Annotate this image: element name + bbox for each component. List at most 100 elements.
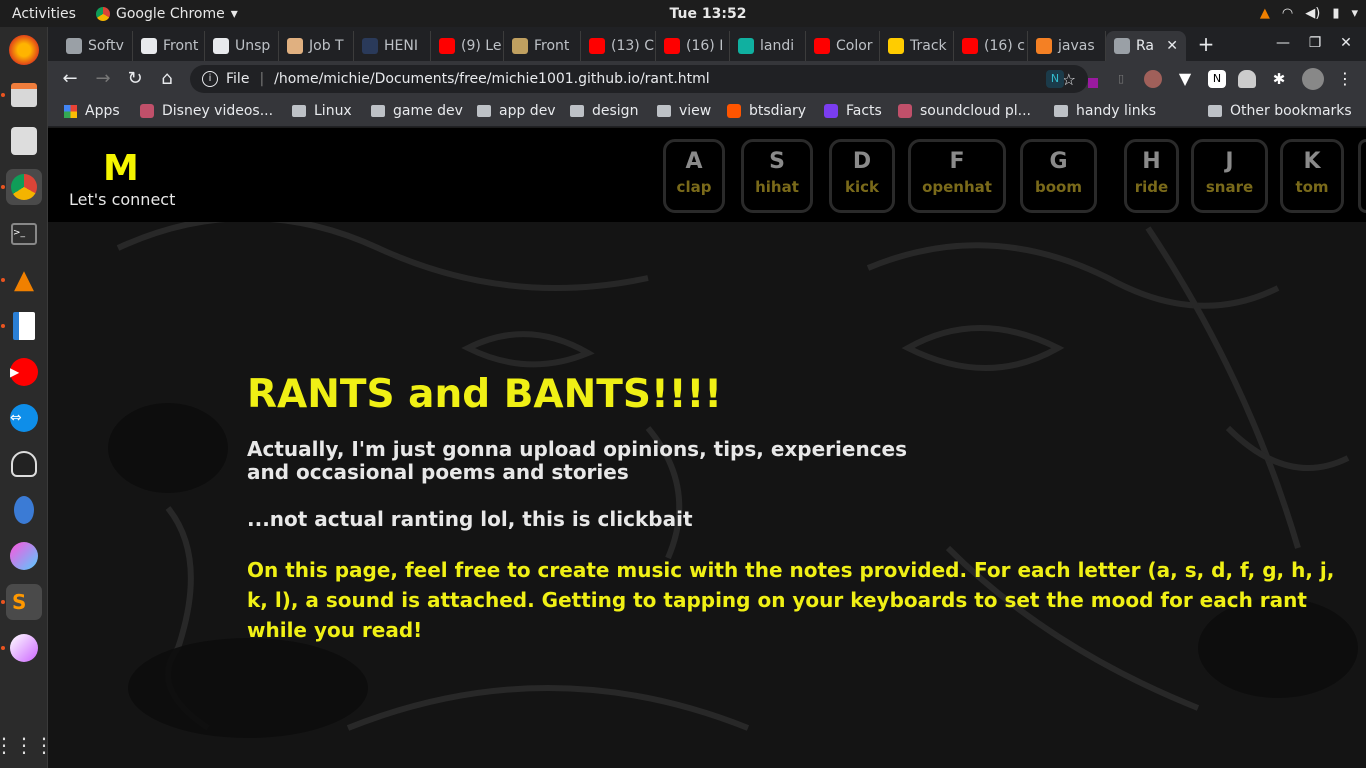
browser-tab[interactable]: Color [806,31,880,61]
bookmark-label: handy links [1076,103,1157,119]
site-favicon-icon [140,104,154,118]
running-indicator [1,646,5,650]
menu-kebab-icon[interactable]: ⋮ [1336,70,1354,88]
krita-icon[interactable] [6,538,42,574]
drum-key-partial[interactable] [1358,139,1366,213]
folder-icon [657,105,671,117]
tab-title: Front [534,38,570,54]
info-icon[interactable]: i [202,71,218,87]
close-window-icon[interactable]: ✕ [1336,35,1356,51]
bookmark-label: design [592,103,639,119]
ext-icon-round[interactable] [1144,70,1162,88]
browser-tab[interactable]: Job T [279,31,354,61]
bookmark-label: game dev [393,103,463,119]
bookmark-item[interactable]: handy links [1054,103,1156,119]
browser-tab[interactable]: Track [880,31,954,61]
drum-key-hihat[interactable]: Shihat [741,139,813,213]
vue-ext-icon[interactable]: ▼ [1176,70,1194,88]
puzzle-icon[interactable]: ✱ [1270,70,1288,88]
browser-tab[interactable]: landi [730,31,806,61]
tab-title: (16) c [984,38,1025,54]
drum-key-snare[interactable]: Jsnare [1191,139,1268,213]
inkscape-icon[interactable] [6,446,42,482]
browser-tab[interactable]: Front [504,31,581,61]
system-top-bar: Activities Google Chrome ▾ Tue 13:52 ▲ ◠… [0,0,1366,27]
notion-clipper-icon[interactable]: N [1208,70,1226,88]
system-tray[interactable]: ▲ ◠ ◀) ▮ ▾ [1260,0,1358,27]
bookmark-item[interactable]: game dev [371,103,463,119]
home-icon[interactable]: ⌂ [155,67,179,91]
tab-favicon-icon [1036,38,1052,54]
tab-title: javas [1058,38,1095,54]
sublime-text-icon[interactable]: S [6,584,42,620]
address-bar[interactable]: i File | /home/michie/Documents/free/mic… [190,65,1088,93]
drum-key-kick[interactable]: Dkick [829,139,895,213]
notion-ext-icon[interactable]: N [1046,70,1064,88]
folder-icon [477,105,491,117]
browser-tab[interactable]: Front [133,31,205,61]
tab-title: landi [760,38,795,54]
bookmark-item[interactable]: view [657,103,711,119]
bookmark-label: soundcloud pl... [920,103,1031,119]
bookmark-item[interactable]: design [570,103,638,119]
bookmark-item[interactable]: app dev [477,103,556,119]
browser-tab[interactable]: (9) Le [431,31,504,61]
running-indicator [1,185,5,189]
vlc-tray-icon[interactable]: ▲ [1260,6,1270,21]
bookmark-item[interactable]: Other bookmarks [1208,103,1352,119]
bookmark-ext-icon[interactable]: ▯ [1112,70,1130,88]
browser-tab[interactable]: javas [1028,31,1106,61]
firefox-icon[interactable] [9,35,39,65]
writer-icon[interactable] [6,308,42,344]
colorpicker-ext-icon[interactable] [1080,70,1098,88]
show-applications-icon[interactable]: ⋮⋮⋮ [0,727,54,763]
bookmark-item[interactable]: Linux [292,103,352,119]
bookmark-item[interactable]: Apps [64,103,120,119]
bookmark-item[interactable]: btsdiary [727,103,806,119]
url-separator: | [259,71,265,87]
drum-key-letter: A [685,149,703,174]
activities-button[interactable]: Activities [0,6,96,22]
app-menu[interactable]: Google Chrome ▾ [96,6,238,22]
folder-icon [371,105,385,117]
bookmark-item[interactable]: Facts [824,103,882,119]
maximize-icon[interactable]: ❐ [1305,35,1325,51]
new-tab-button[interactable]: + [1194,33,1218,57]
back-arrow-icon[interactable]: ← [58,67,82,91]
youtube-music-icon[interactable]: ▶ [6,354,42,390]
tab-title: Softv [88,38,124,54]
browser-tab[interactable]: (13) C [581,31,656,61]
krita-icon-2[interactable] [6,630,42,666]
speaker-app-icon[interactable] [6,123,42,159]
drum-key-sound: clap [676,178,712,196]
drum-key-clap[interactable]: Aclap [663,139,725,213]
app-icon-blue[interactable] [6,492,42,528]
browser-tab[interactable]: (16) I [656,31,730,61]
site-logo[interactable]: M [103,148,139,189]
drum-key-ride[interactable]: Hride [1124,139,1179,213]
drum-key-openhat[interactable]: Fopenhat [908,139,1006,213]
drum-key-tom[interactable]: Ktom [1280,139,1344,213]
drum-key-letter: G [1049,149,1068,174]
bookmark-label: Linux [314,103,352,119]
browser-tab[interactable]: Ra ✕ [1106,31,1186,61]
files-icon[interactable] [6,77,42,113]
teamviewer-icon[interactable]: ⇔ [6,400,42,436]
database-ext-icon[interactable] [1238,70,1256,88]
drum-key-boom[interactable]: Gboom [1020,139,1097,213]
reload-icon[interactable]: ↻ [123,67,147,91]
vlc-icon[interactable]: ▲ [6,262,42,298]
terminal-icon[interactable]: >_ [6,216,42,252]
bookmark-item[interactable]: soundcloud pl... [898,103,1031,119]
browser-tab[interactable]: Unsp [205,31,279,61]
browser-tab[interactable]: Softv [58,31,133,61]
close-tab-icon[interactable]: ✕ [1166,38,1178,54]
forward-arrow-icon[interactable]: → [91,67,115,91]
browser-tab[interactable]: HENI [354,31,431,61]
avatar[interactable] [1302,68,1324,90]
chrome-dock-icon[interactable] [6,169,42,205]
minimize-icon[interactable]: — [1273,35,1293,51]
lets-connect-link[interactable]: Let's connect [69,190,175,209]
bookmark-item[interactable]: Disney videos... [140,103,273,119]
browser-tab[interactable]: (16) c [954,31,1028,61]
